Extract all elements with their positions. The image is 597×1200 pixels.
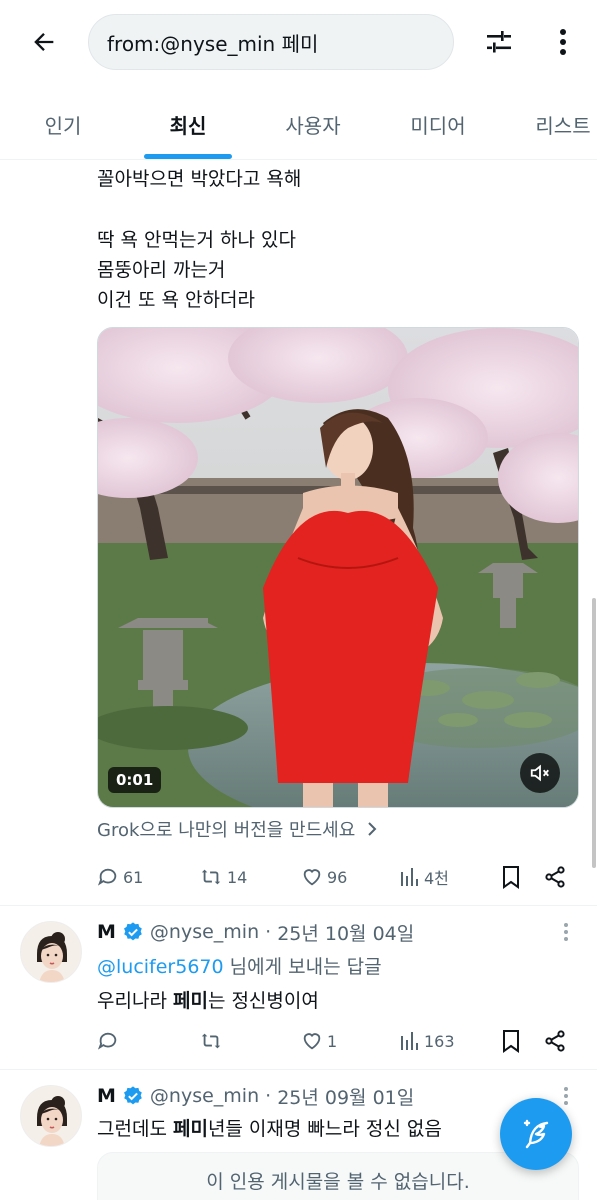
replying-to-suffix: 님에게 보내는 답글 xyxy=(223,956,382,978)
bookmark-button[interactable] xyxy=(501,862,521,892)
share-icon xyxy=(545,866,565,888)
reply-text: 우리나라 페미는 정신병이여 xyxy=(97,986,319,1013)
reply-button[interactable] xyxy=(97,1026,123,1056)
search-highlight: 페미 xyxy=(172,1118,208,1140)
reply-button[interactable]: 61 xyxy=(97,862,143,892)
retweet-icon xyxy=(201,869,221,885)
avatar[interactable] xyxy=(20,1085,82,1147)
grok-link-text: Grok으로 나만의 버전을 만드세요 xyxy=(97,820,356,841)
speech-bubble-icon xyxy=(97,1032,117,1050)
reply-text-part: 우리나라 xyxy=(97,990,173,1012)
search-tabs: 인기 최신 사용자 미디어 리스트 xyxy=(0,88,597,160)
reply-text-part: 년들 이재명 빠느라 정신 없음 xyxy=(207,1118,442,1140)
bookmark-button[interactable] xyxy=(501,1026,521,1056)
chevron-right-icon xyxy=(367,820,377,841)
author-handle[interactable]: @nyse_min xyxy=(150,921,259,943)
sliders-icon xyxy=(487,31,511,53)
avatar[interactable] xyxy=(20,921,82,983)
like-button[interactable]: 96 xyxy=(301,862,347,892)
active-tab-indicator xyxy=(144,154,232,159)
quote-unavailable-text: 이 인용 게시물을 볼 수 없습니다. xyxy=(206,1171,470,1193)
retweet-button[interactable] xyxy=(199,1026,227,1056)
bar-chart-icon xyxy=(401,868,418,886)
more-options-button[interactable] xyxy=(545,22,581,62)
tweet-divider xyxy=(0,1069,597,1070)
search-input[interactable]: from:@nyse_min 페미 xyxy=(88,14,454,70)
like-count: 1 xyxy=(327,1031,338,1051)
mention-link[interactable]: @lucifer5670 xyxy=(97,956,224,978)
post-date[interactable]: 25년 09월 01일 xyxy=(277,1083,414,1110)
view-count: 4천 xyxy=(424,869,449,888)
views-button[interactable]: 4천 xyxy=(400,862,449,892)
retweet-button[interactable]: 14 xyxy=(199,862,247,892)
header-separator: · xyxy=(265,1085,272,1107)
tab-people[interactable]: 사용자 xyxy=(258,88,368,160)
vertical-dots-icon xyxy=(564,1087,568,1105)
tweet-text-line: 딱 욕 안먹는거 하나 있다 xyxy=(97,229,296,251)
bar-chart-icon xyxy=(401,1032,418,1050)
speaker-muted-icon xyxy=(530,764,549,782)
tweet-action-bar: 61 14 96 4천 xyxy=(97,862,577,892)
search-filter-button[interactable] xyxy=(477,22,521,62)
author-handle[interactable]: @nyse_min xyxy=(150,1085,259,1107)
header-separator: · xyxy=(265,921,272,943)
reply-header: M @nyse_min · 25년 10월 04일 xyxy=(97,917,414,947)
share-button[interactable] xyxy=(543,1026,567,1056)
post-date[interactable]: 25년 10월 04일 xyxy=(277,919,414,946)
tweet-video[interactable]: 0:01 xyxy=(97,327,579,808)
author-name[interactable]: M xyxy=(97,1085,116,1107)
back-button[interactable] xyxy=(22,22,66,62)
tweet-text-line: 꼴아박으면 박았다고 욕해 xyxy=(97,168,302,190)
like-button[interactable]: 1 xyxy=(301,1026,337,1056)
reply-count: 61 xyxy=(123,867,144,887)
arrow-left-icon xyxy=(34,33,54,51)
reply-header: M @nyse_min · 25년 09월 01일 xyxy=(97,1081,414,1111)
heart-icon xyxy=(303,1033,321,1050)
avatar-illustration xyxy=(21,1086,81,1146)
bookmark-icon xyxy=(503,866,519,889)
reply-text: 그런데도 페미년들 이재명 빠느라 정신 없음 xyxy=(97,1114,442,1141)
verified-badge-icon xyxy=(122,1085,144,1107)
search-query-text: from:@nyse_min 페미 xyxy=(107,31,319,56)
grok-link[interactable]: Grok으로 나만의 버전을 만드세요 xyxy=(97,816,377,842)
avatar-illustration xyxy=(21,922,81,982)
tab-lists[interactable]: 리스트 xyxy=(508,88,597,160)
tweet-text-line: 몸뚱아리 까는거 xyxy=(97,259,226,281)
author-name[interactable]: M xyxy=(97,921,116,943)
quote-unavailable-box: 이 인용 게시물을 볼 수 없습니다. xyxy=(97,1152,579,1200)
replying-to: @lucifer5670 님에게 보내는 답글 xyxy=(97,952,382,979)
share-icon xyxy=(545,1030,565,1052)
video-duration: 0:01 xyxy=(108,767,162,793)
retweet-count: 14 xyxy=(227,867,248,887)
compose-button[interactable] xyxy=(500,1098,572,1170)
vertical-dots-icon xyxy=(564,923,568,941)
mute-button[interactable] xyxy=(520,753,560,793)
tab-latest[interactable]: 최신 xyxy=(134,88,242,160)
vertical-dots-icon xyxy=(560,29,566,55)
verified-badge-icon xyxy=(122,921,144,943)
like-count: 96 xyxy=(327,867,348,887)
tab-media[interactable]: 미디어 xyxy=(384,88,492,160)
speech-bubble-icon xyxy=(97,868,117,886)
reply-more-button[interactable] xyxy=(556,917,576,947)
tweet-divider xyxy=(0,905,597,906)
view-count: 163 xyxy=(424,1031,455,1051)
tab-popular[interactable]: 인기 xyxy=(10,88,116,160)
retweet-icon xyxy=(201,1033,221,1049)
reply-action-bar: 1 163 xyxy=(97,1026,577,1056)
feather-plus-icon xyxy=(523,1119,549,1149)
tweet-text-line: 이건 또 욕 안하더라 xyxy=(97,289,255,311)
video-thumbnail xyxy=(98,328,578,807)
top-search-bar: from:@nyse_min 페미 xyxy=(0,0,597,88)
search-highlight: 페미 xyxy=(172,990,208,1012)
heart-icon xyxy=(303,869,321,886)
share-button[interactable] xyxy=(543,862,567,892)
reply-text-part: 그런데도 xyxy=(97,1118,173,1140)
views-button[interactable]: 163 xyxy=(400,1026,455,1056)
reply-text-part: 는 정신병이여 xyxy=(207,990,319,1012)
bookmark-icon xyxy=(503,1030,519,1053)
scrollbar[interactable] xyxy=(592,598,596,868)
